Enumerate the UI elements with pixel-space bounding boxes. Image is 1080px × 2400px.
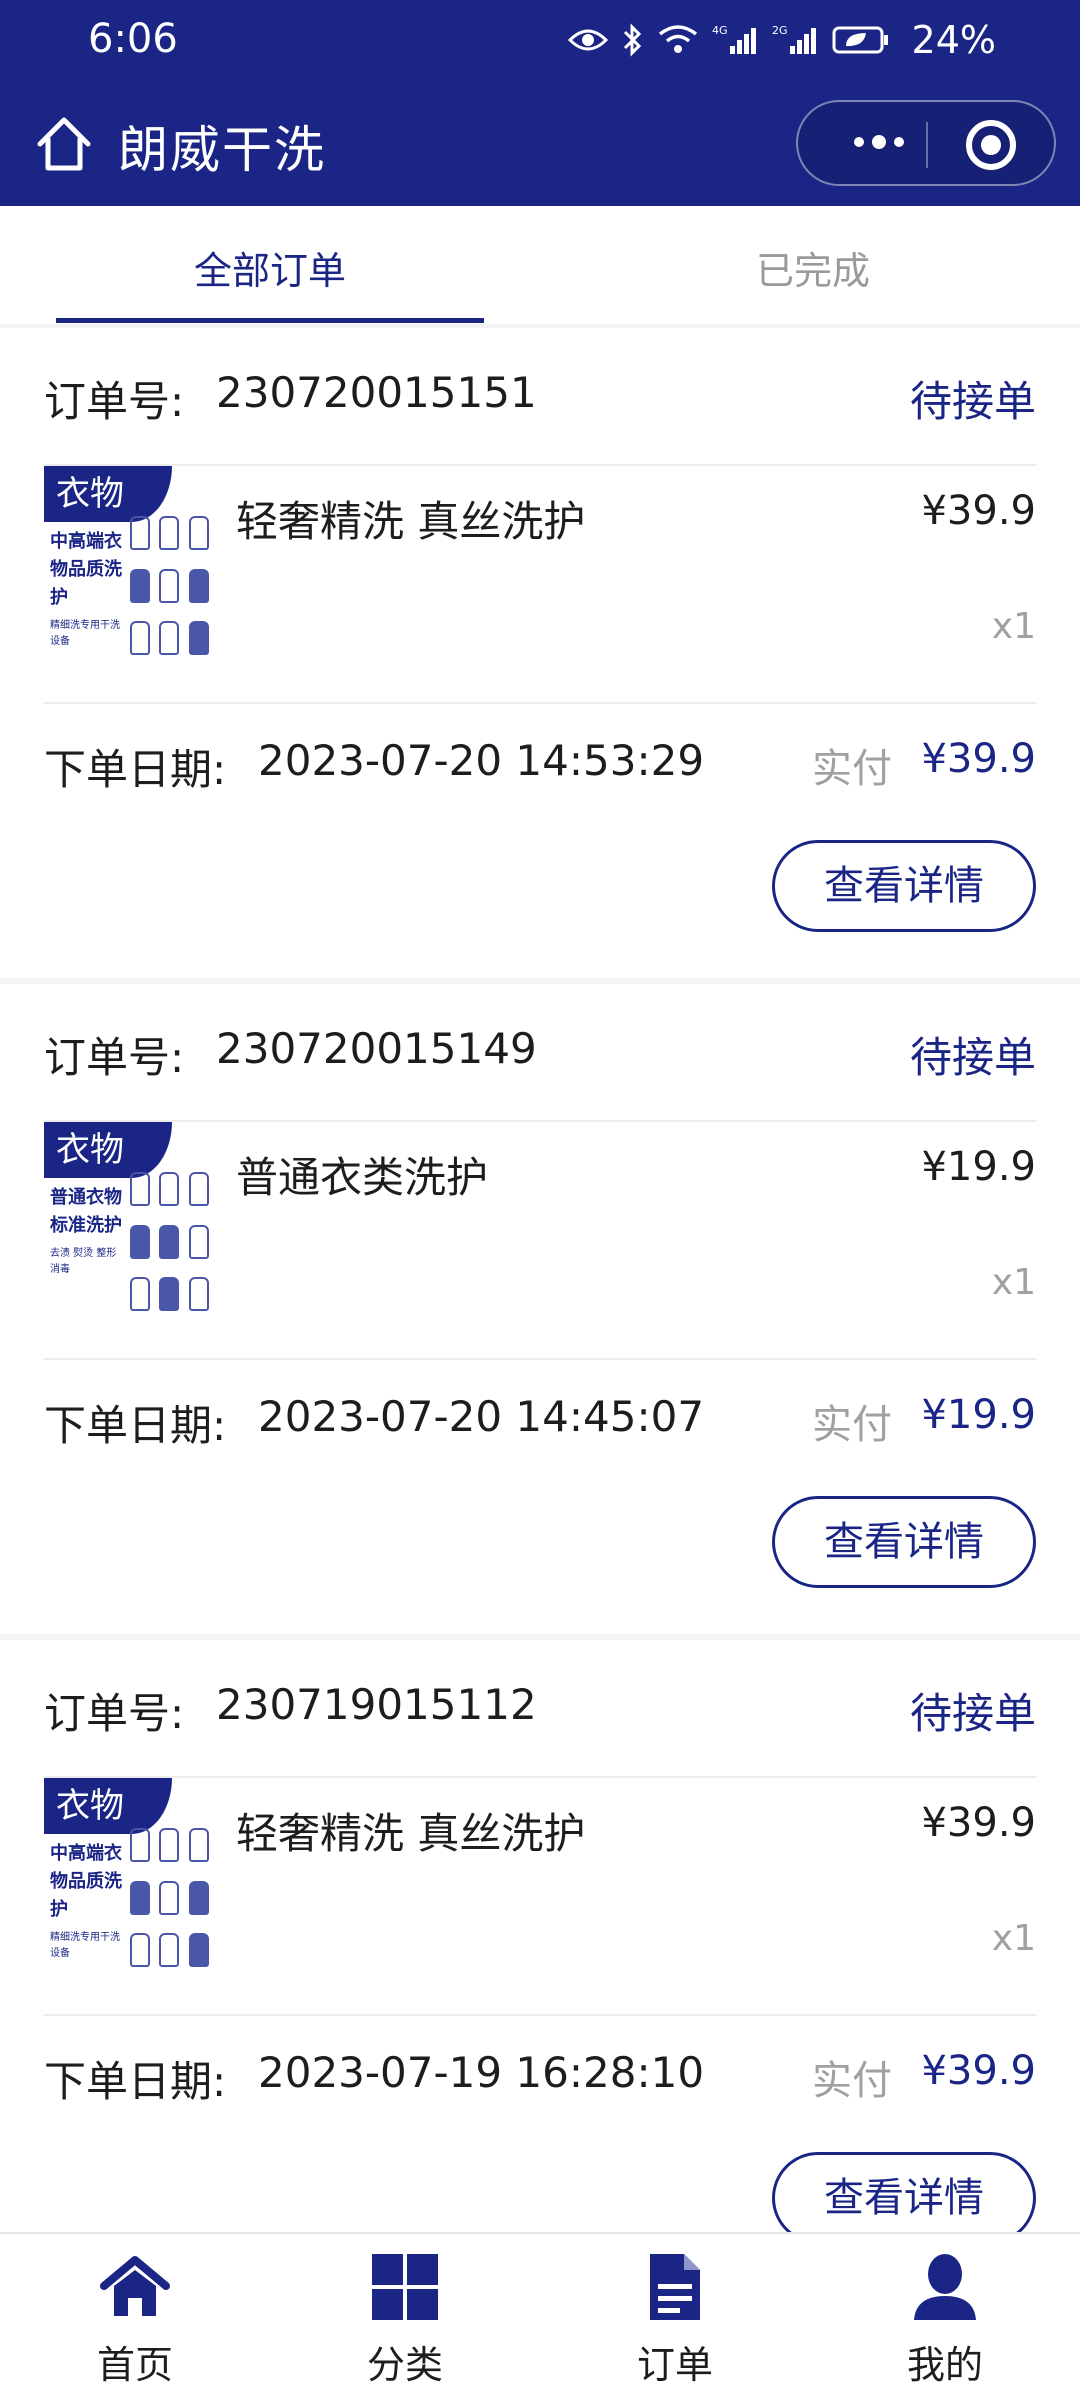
nav-orders-label: 订单 — [636, 2343, 713, 2387]
user-icon — [914, 2254, 976, 2320]
nav-category-label: 分类 — [366, 2343, 443, 2387]
nav-home[interactable]: 首页 — [0, 2234, 270, 2400]
promo-title: 中高端衣物品质洗护 — [50, 1843, 122, 1920]
miniprogram-capsule — [796, 100, 1056, 186]
order-number: 230720015149 — [216, 1024, 537, 1073]
promo-title: 普通衣物标准洗护 — [50, 1187, 122, 1236]
promo-subtitle: 精细洗专用干洗设备 — [50, 1932, 120, 1959]
clothes-illustration — [130, 1172, 214, 1322]
view-detail-button[interactable]: 查看详情 — [772, 1496, 1036, 1588]
item-name: 轻奢精洗 真丝洗护 — [236, 1809, 586, 1858]
nav-mine[interactable]: 我的 — [810, 2234, 1080, 2400]
svg-text:2G: 2G — [772, 24, 788, 37]
divider — [44, 1358, 1036, 1360]
paid-label: 实付 — [812, 1402, 892, 1448]
category-tag: 衣物 — [44, 1122, 172, 1178]
product-thumbnail[interactable]: 衣物 普通衣物标准洗护去渍 熨烫 整形 消毒 — [44, 1122, 214, 1322]
item-quantity: x1 — [991, 1918, 1036, 1959]
item-price: ¥39.9 — [921, 488, 1036, 534]
order-header: 订单号: 230720015149 待接单 — [44, 1014, 1036, 1084]
order-status: 待接单 — [909, 377, 1036, 426]
app-header: 6:06 4G 2G 24% 朗威干洗 — [0, 0, 1080, 206]
order-number: 230719015112 — [216, 1680, 537, 1729]
paid-amount: ¥19.9 — [921, 1392, 1036, 1438]
item-price: ¥19.9 — [921, 1144, 1036, 1190]
order-tabs: 全部订单 已完成 — [0, 206, 1080, 324]
order-no-label: 订单号: — [44, 377, 185, 426]
divider — [44, 2014, 1036, 2016]
promo-text: 中高端衣物品质洗护精细洗专用干洗设备 — [50, 1840, 128, 1962]
status-time: 6:06 — [88, 16, 178, 62]
promo-text: 中高端衣物品质洗护精细洗专用干洗设备 — [50, 528, 128, 650]
order-no-label: 订单号: — [44, 1689, 185, 1738]
tab-active-indicator — [56, 318, 484, 323]
close-target-icon[interactable] — [966, 120, 1016, 170]
status-bar: 6:06 4G 2G 24% — [0, 0, 1080, 80]
order-card: 订单号: 230720015149 待接单 衣物 普通衣物标准洗护去渍 熨烫 整… — [0, 984, 1080, 1634]
order-date: 2023-07-20 14:53:29 — [258, 736, 705, 785]
nav-orders[interactable]: 订单 — [540, 2234, 810, 2400]
home-icon — [100, 2256, 170, 2316]
order-date: 2023-07-19 16:28:10 — [258, 2048, 705, 2097]
promo-text: 普通衣物标准洗护去渍 熨烫 整形 消毒 — [50, 1184, 128, 1278]
order-status: 待接单 — [909, 1033, 1036, 1082]
category-tag: 衣物 — [44, 1778, 172, 1834]
order-header: 订单号: 230720015151 待接单 — [44, 358, 1036, 428]
paid-amount: ¥39.9 — [921, 2048, 1036, 2094]
battery-icon — [832, 26, 888, 54]
paid-label: 实付 — [812, 2058, 892, 2104]
item-name: 轻奢精洗 真丝洗护 — [236, 497, 586, 546]
more-icon[interactable] — [834, 122, 924, 162]
order-no-label: 订单号: — [44, 1033, 185, 1082]
order-date: 2023-07-20 14:45:07 — [258, 1392, 705, 1441]
paid-label: 实付 — [812, 746, 892, 792]
status-icons: 4G 2G 24% — [567, 18, 996, 62]
tab-completed[interactable]: 已完成 — [756, 240, 870, 295]
item-quantity: x1 — [991, 1262, 1036, 1303]
wifi-icon — [658, 25, 697, 53]
item-name: 普通衣类洗护 — [236, 1153, 489, 1202]
nav-home-label: 首页 — [96, 2343, 173, 2387]
clothes-illustration — [130, 1828, 214, 1978]
grid-icon — [372, 2254, 438, 2320]
svg-text:4G: 4G — [712, 24, 728, 37]
tab-all-orders[interactable]: 全部订单 — [194, 240, 346, 295]
nav-mine-label: 我的 — [906, 2343, 983, 2387]
order-date-label: 下单日期: — [44, 1401, 227, 1450]
promo-title: 中高端衣物品质洗护 — [50, 531, 122, 608]
signal-2g-icon: 2G — [772, 24, 816, 54]
view-detail-button[interactable]: 查看详情 — [772, 840, 1036, 932]
product-thumbnail[interactable]: 衣物 中高端衣物品质洗护精细洗专用干洗设备 — [44, 1778, 214, 1978]
order-card: 订单号: 230719015112 待接单 衣物 中高端衣物品质洗护精细洗专用干… — [0, 1640, 1080, 2290]
nav-category[interactable]: 分类 — [270, 2234, 540, 2400]
capsule-divider — [926, 122, 928, 168]
document-icon — [650, 2254, 700, 2320]
clothes-illustration — [130, 516, 214, 666]
order-card: 订单号: 230720015151 待接单 衣物 中高端衣物品质洗护精细洗专用干… — [0, 328, 1080, 978]
bottom-tab-bar: 首页 分类 订单 我的 — [0, 2232, 1080, 2400]
item-price: ¥39.9 — [921, 1800, 1036, 1846]
eye-icon — [567, 29, 608, 51]
view-detail-button[interactable]: 查看详情 — [772, 2152, 1036, 2244]
product-thumbnail[interactable]: 衣物 中高端衣物品质洗护精细洗专用干洗设备 — [44, 466, 214, 666]
divider — [44, 702, 1036, 704]
order-date-label: 下单日期: — [44, 2057, 227, 2106]
item-quantity: x1 — [991, 606, 1036, 647]
paid-amount: ¥39.9 — [921, 736, 1036, 782]
order-number: 230720015151 — [216, 368, 537, 417]
nav-bar: 朗威干洗 — [0, 96, 1080, 196]
category-tag: 衣物 — [44, 466, 172, 522]
home-icon[interactable] — [34, 114, 94, 174]
promo-subtitle: 去渍 熨烫 整形 消毒 — [50, 1248, 117, 1275]
battery-percent: 24% — [911, 18, 996, 62]
promo-subtitle: 精细洗专用干洗设备 — [50, 620, 120, 647]
bluetooth-icon — [623, 23, 641, 57]
page-title: 朗威干洗 — [118, 121, 326, 179]
order-status: 待接单 — [909, 1689, 1036, 1738]
signal-4g-icon: 4G — [712, 24, 756, 54]
order-header: 订单号: 230719015112 待接单 — [44, 1670, 1036, 1740]
order-date-label: 下单日期: — [44, 745, 227, 794]
